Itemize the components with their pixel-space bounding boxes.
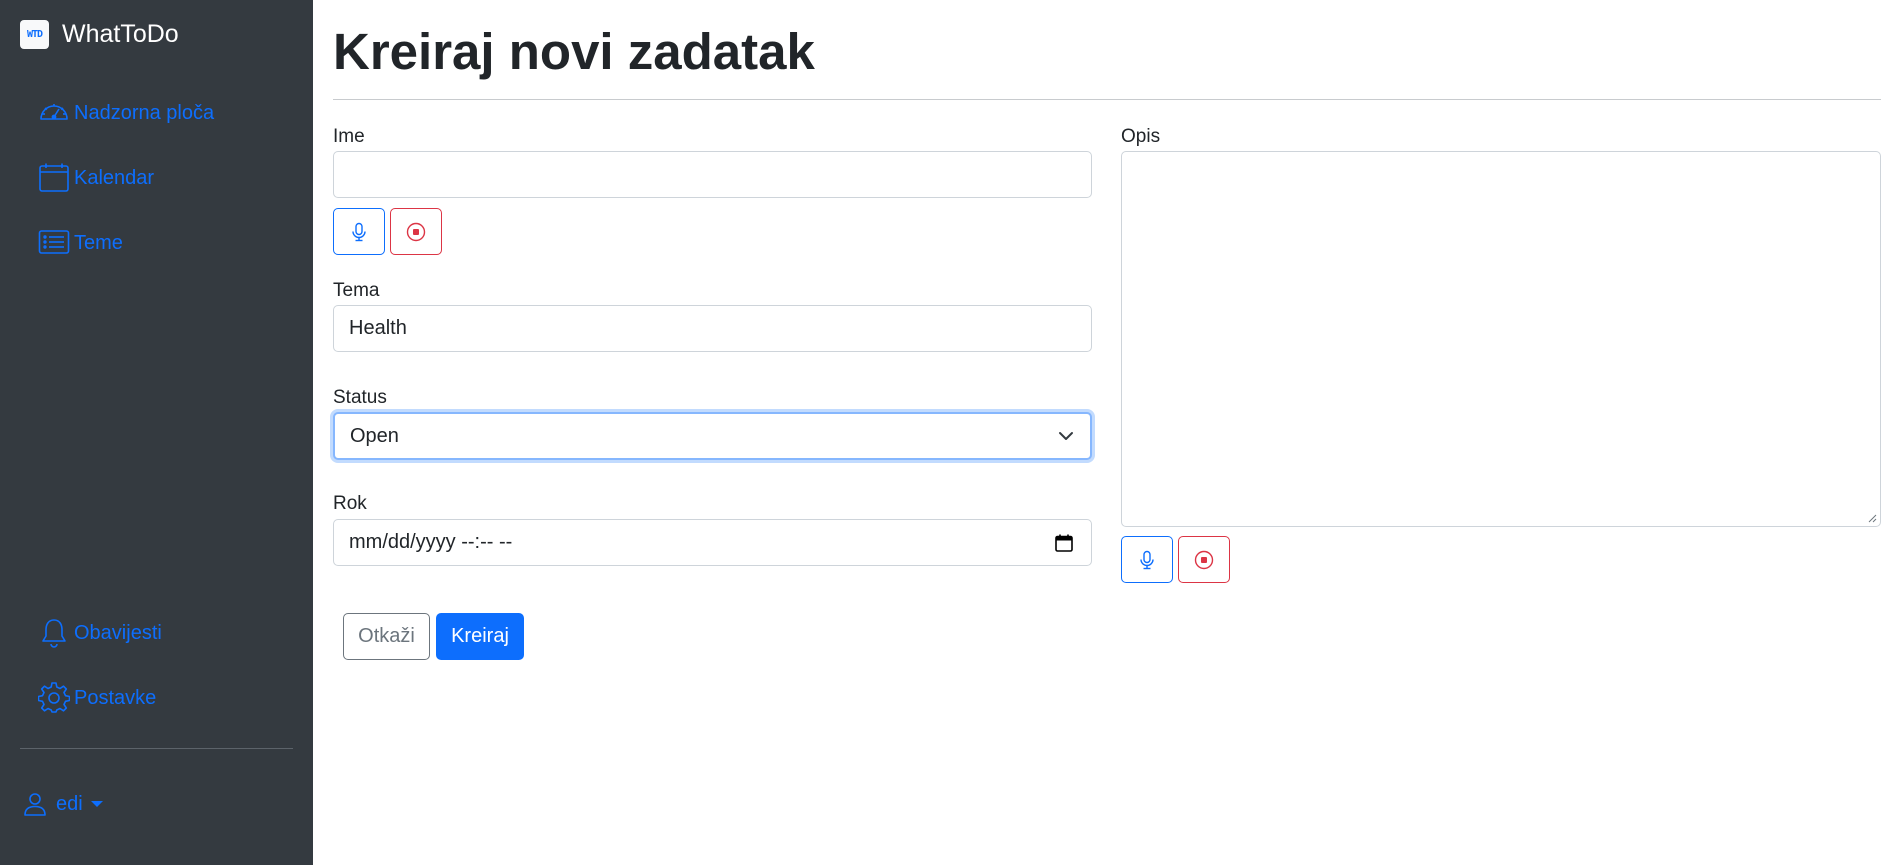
- topic-label: Tema: [333, 280, 380, 301]
- calendar-picker-icon[interactable]: [1055, 534, 1073, 552]
- brand[interactable]: WTD WhatToDo: [20, 20, 179, 49]
- name-label: Ime: [333, 126, 365, 147]
- create-button[interactable]: Kreiraj: [436, 613, 524, 660]
- title-divider: [333, 99, 1881, 100]
- chevron-down-icon: [90, 801, 103, 807]
- sidebar-item-settings[interactable]: Postavke: [38, 682, 156, 714]
- sidebar: WTD WhatToDo Nadzorna ploča Kalendar Tem…: [0, 0, 313, 865]
- sidebar-item-notifications[interactable]: Obavijesti: [38, 617, 162, 649]
- resize-grip-icon[interactable]: [1867, 513, 1877, 523]
- person-icon: [24, 793, 46, 816]
- sidebar-item-topics[interactable]: Teme: [38, 227, 123, 259]
- app-logo-text: WTD: [26, 29, 43, 40]
- status-select[interactable]: Open: [333, 412, 1092, 460]
- status-label: Status: [333, 387, 387, 408]
- name-stop-button[interactable]: [390, 208, 442, 255]
- page-title: Kreiraj novi zadatak: [333, 23, 815, 80]
- deadline-placeholder: mm/dd/yyyy --:-- --: [349, 531, 513, 553]
- description-label: Opis: [1121, 126, 1161, 147]
- microphone-icon: [352, 222, 366, 241]
- sidebar-divider: [20, 748, 293, 749]
- topic-input-value: Health: [349, 317, 407, 339]
- description-mic-button[interactable]: [1121, 536, 1173, 583]
- user-menu[interactable]: edi: [22, 791, 103, 817]
- calendar-icon: [39, 163, 69, 192]
- app-logo: WTD: [20, 20, 49, 49]
- deadline-label: Rok: [333, 493, 367, 514]
- description-stop-button[interactable]: [1178, 536, 1230, 583]
- sidebar-item-label: Obavijesti: [74, 622, 162, 644]
- microphone-icon: [1140, 550, 1154, 569]
- topic-input[interactable]: Health: [333, 305, 1092, 352]
- stop-record-icon: [406, 222, 426, 241]
- sidebar-item-label: Kalendar: [74, 167, 155, 189]
- sidebar-item-label: Postavke: [74, 687, 157, 709]
- speedometer-icon: [40, 104, 68, 120]
- sidebar-item-dashboard[interactable]: Nadzorna ploča: [38, 97, 214, 129]
- bell-icon: [42, 619, 66, 648]
- user-name: edi: [56, 792, 83, 815]
- chevron-down-icon: [1059, 432, 1073, 440]
- cancel-button[interactable]: Otkaži: [343, 613, 430, 660]
- list-icon: [38, 230, 70, 254]
- name-input[interactable]: [333, 151, 1092, 198]
- app-name: WhatToDo: [62, 20, 179, 48]
- status-select-value: Open: [350, 424, 399, 447]
- name-mic-button[interactable]: [333, 208, 385, 255]
- stop-record-icon: [1194, 550, 1214, 569]
- gear-icon: [38, 682, 70, 713]
- deadline-input[interactable]: mm/dd/yyyy --:-- --: [333, 519, 1092, 566]
- sidebar-item-label: Teme: [74, 232, 123, 254]
- sidebar-item-label: Nadzorna ploča: [74, 102, 215, 124]
- sidebar-item-calendar[interactable]: Kalendar: [38, 162, 154, 194]
- description-textarea[interactable]: [1121, 151, 1881, 527]
